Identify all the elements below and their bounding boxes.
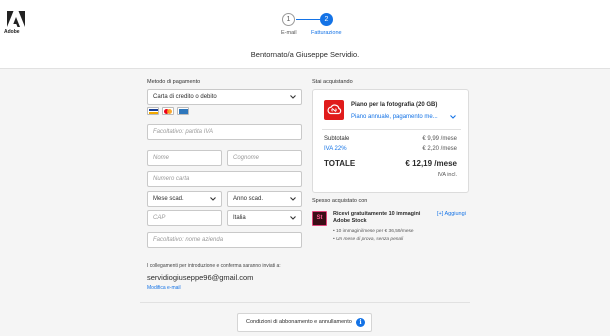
email-address: servidiogiuseppe96@gmail.com (147, 273, 254, 282)
footer-divider (140, 302, 470, 303)
adobe-stock-icon: St (312, 211, 327, 226)
last-name-input[interactable]: Cognome (227, 150, 302, 166)
amex-icon (177, 107, 189, 115)
subtotal-label: Subtotale (324, 136, 350, 142)
terms-label: Condizioni di abbonamento e annullamento (246, 319, 352, 325)
step-1-indicator: 1 (282, 13, 295, 26)
card-number-input[interactable]: Numero carta (147, 171, 302, 187)
vat-included-note: IVA incl. (437, 172, 457, 178)
visa-icon (147, 107, 159, 115)
email-note: I collegamenti per introduzione e confer… (147, 263, 281, 269)
exp-month-select[interactable]: Mese scad. (147, 191, 222, 207)
first-name-input[interactable]: Nome (147, 150, 222, 166)
top-header: Adobe 1 2 E-mail Fatturazione Bentornato… (0, 0, 610, 68)
vat-label: IVA 22% (324, 146, 347, 152)
payment-method-title: Metodo di pagamento (147, 79, 201, 85)
exp-month-value: Mese scad. (153, 196, 184, 202)
total-label: TOTALE (324, 159, 356, 168)
payment-method-value: Carta di credito o debito (153, 94, 217, 100)
terms-button[interactable]: Condizioni di abbonamento e annullamento… (237, 313, 372, 332)
step-2-label: Fatturazione (311, 30, 342, 36)
country-value: Italia (233, 215, 246, 221)
country-select[interactable]: Italia (227, 210, 302, 226)
step-1-label: E-mail (281, 30, 297, 36)
add-stock-button[interactable]: [+] Aggiungi (437, 211, 466, 217)
stock-offer-line: • Un mese di prova, senza penali (333, 237, 404, 242)
postal-code-input[interactable]: CAP (147, 210, 222, 226)
summary-divider (322, 129, 461, 130)
chevron-down-icon (210, 197, 216, 201)
creative-cloud-icon (324, 100, 344, 120)
info-icon: i (356, 318, 365, 327)
chevron-down-icon[interactable] (449, 113, 457, 121)
stock-offer-line: • 10 immagini/mese per € 36,59/mese (333, 229, 414, 234)
vat-number-input[interactable]: Facoltativo: partita IVA (147, 124, 302, 140)
exp-year-value: Anno scad. (233, 196, 264, 202)
welcome-message: Bentornato/a Giuseppe Servidio. (250, 50, 360, 59)
adobe-logo-text: Adobe (4, 29, 20, 35)
chevron-down-icon (290, 95, 296, 99)
frequently-bought-title: Spesso acquistato con (312, 198, 368, 204)
purchasing-title: Stai acquistando (312, 79, 353, 85)
checkout-area (0, 68, 610, 336)
step-connector (296, 19, 320, 20)
chevron-down-icon (290, 197, 296, 201)
payment-method-select[interactable]: Carta di credito o debito (147, 89, 302, 105)
plan-select[interactable]: Piano annuale, pagamento me... (351, 114, 438, 120)
step-2-indicator: 2 (320, 13, 333, 26)
chevron-down-icon (290, 216, 296, 220)
product-name: Piano per la fotografia (20 GB) (351, 102, 438, 108)
edit-email-link[interactable]: Modifica e-mail (147, 285, 181, 291)
exp-year-select[interactable]: Anno scad. (227, 191, 302, 207)
stock-offer-title: Ricevi gratuitamente 10 immagini Adobe S… (333, 211, 421, 224)
mastercard-icon (162, 107, 174, 115)
company-name-input[interactable]: Facoltativo: nome azienda (147, 232, 302, 248)
order-summary-card: Piano per la fotografia (20 GB) Piano an… (312, 89, 469, 193)
subtotal-value: € 9,99 /mese (422, 136, 457, 142)
vat-value: € 2,20 /mese (422, 146, 457, 152)
total-value: € 12,19 /mese (405, 159, 457, 168)
